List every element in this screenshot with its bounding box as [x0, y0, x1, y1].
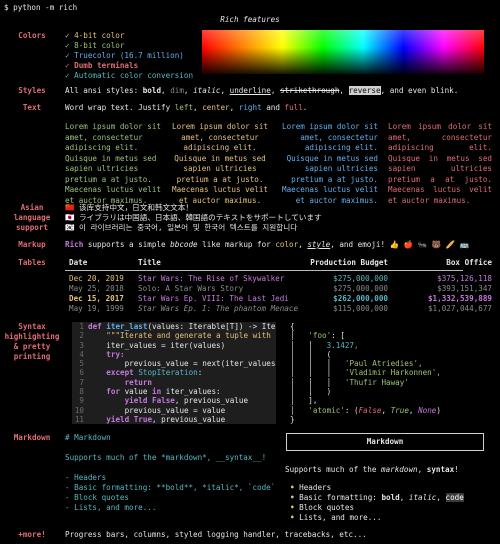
styles-prefix: All ansi styles: — [65, 86, 143, 95]
code-text: def iter_last(values: Iterable[T]) -> It… — [88, 322, 276, 424]
color-item-truecolor: ✓ Truecolor (16.7 million) — [65, 51, 184, 60]
shell-prompt: $ python -m rich — [4, 3, 78, 12]
markup-a: supports a simple — [83, 240, 171, 249]
lorem-center: Lorem ipsum dolor sit amet, consectetur … — [172, 122, 269, 205]
markup-rich: Rich — [65, 240, 84, 249]
table-header-budget: Production Budget — [310, 258, 388, 267]
table-row-0-budget: $275,000,000 — [333, 274, 388, 283]
justify-center: center — [202, 103, 230, 112]
label-markup: Markup — [18, 240, 46, 249]
label-more: +more! — [18, 530, 46, 539]
label-colors: Colors — [18, 31, 46, 40]
table-row-1-title: Solo: A Star Wars Story — [138, 284, 244, 293]
table-row-1-date: May 25, 2018 — [69, 284, 124, 293]
table-header-box: Box Office — [446, 258, 492, 267]
style-underline: underline — [229, 86, 271, 95]
markdown-heading-box: Markdown — [286, 433, 484, 451]
table-row-2-budget: $262,000,000 — [333, 294, 388, 303]
markdown-paragraph: Supports much of the markdown, syntax! — [285, 465, 459, 474]
table-row-2-title: Star Wars Ep. VIII: The Last Jedi — [138, 294, 289, 303]
markup-color: color — [275, 240, 299, 249]
emoji-row: 👍 🍎 🐜 🐻 🥖 🚌 — [389, 240, 470, 249]
asian-chinese: 🇨🇳 该库支持中文，日文和韩文文本！ — [65, 203, 193, 212]
table-row-1-box: $393,151,347 — [437, 284, 492, 293]
table-row-3-budget: $115,000,000 — [333, 304, 388, 313]
color-item-4bit: ✓ 4-bit color — [65, 31, 125, 40]
table-row-0-box: $375,126,118 — [437, 274, 492, 283]
lorem-right: Lorem ipsum dolor sit amet, consectetur … — [282, 122, 379, 205]
markup-line: Rich supports a simple bbcode like marku… — [65, 240, 469, 251]
more-features: Progress bars, columns, styled logging h… — [65, 530, 367, 539]
markdown-list: • Headers • Basic formatting: bold, ital… — [290, 483, 464, 522]
lorem-full: Lorem ipsum dolor sit amet, consectetur … — [388, 122, 492, 205]
label-tables: Tables — [18, 258, 46, 267]
terminal-window: $ python -m rich Rich features Colors ✓ … — [0, 0, 500, 544]
justify-full: full — [284, 103, 303, 112]
label-syntax: Syntax highlighting & pretty printing — [4, 322, 60, 361]
table-row-0-title: Star Wars: The Rise of Skywalker — [138, 274, 285, 283]
markup-style: style — [307, 240, 331, 249]
label-markdown: Markdown — [13, 433, 51, 442]
table-row-3-date: May 19, 1999 — [69, 304, 124, 313]
table-header-date: Date — [69, 258, 88, 267]
code-block: 1 2 3 4 5 6 7 8 9 10 11 def iter_last(values: Iter… — [72, 322, 276, 424]
styles-line: All ansi styles: bold, dim, italic, unde… — [65, 86, 459, 95]
label-text: Text — [22, 103, 42, 112]
style-reverse: reverse — [348, 86, 381, 95]
table-row-3-box: $1,027,044,677 — [427, 304, 492, 313]
table-row-0-date: Dec 20, 2019 — [69, 274, 124, 283]
justify-left: left — [174, 103, 194, 112]
markup-b: like markup for — [197, 240, 276, 249]
table-row-2-date: Dec 15, 2017 — [69, 294, 124, 303]
color-item-auto: ✓ Automatic color conversion — [65, 71, 194, 80]
markup-bbcode: bbcode — [170, 240, 198, 249]
table-row-1-budget: $275,000,000 — [333, 284, 388, 293]
lorem-left: Lorem ipsum dolor sit amet, consectetur … — [65, 122, 162, 205]
table-header-rule — [65, 270, 463, 271]
text-justify-line: Word wrap text. Justify left, center, ri… — [65, 103, 308, 112]
asian-japanese: 🇯🇵 ライブラリは中国語、日本語、韓国語のテキストをサポートしています — [65, 213, 322, 222]
color-item-8bit: ✓ 8-bit color — [65, 41, 125, 50]
styles-suffix: , and even blink. — [380, 86, 459, 95]
color-item-dumb: ✓ Dumb terminals — [65, 61, 139, 70]
markup-d: , and emoji! — [330, 240, 390, 249]
label-styles: Styles — [18, 86, 46, 95]
table-header-title: Title — [138, 258, 161, 267]
justify-right: right — [238, 103, 262, 112]
page-title: Rich features — [220, 15, 280, 24]
table-row-3-title: Star Wars Ep. I: The phantom Menace — [138, 304, 299, 313]
style-dim: dim — [170, 86, 184, 95]
pretty-print: { │ 'foo': [ │ │ 3.1427, │ │ ( │ │ │ 'Pa… — [290, 322, 441, 424]
label-asian: Asian language support — [13, 203, 51, 232]
markdown-source: # Markdown Supports much of the *markdow… — [65, 433, 276, 512]
style-strike: strikethrough — [279, 86, 340, 95]
markup-c: , — [298, 240, 308, 249]
justify-prefix: Word wrap text. Justify — [65, 103, 175, 112]
line-numbers: 1 2 3 4 5 6 7 8 9 10 11 — [74, 322, 84, 424]
color-spectrum-swatch — [202, 30, 484, 74]
style-bold: bold — [142, 86, 162, 95]
asian-korean: 🇰🇷 이 라이브러리는 중국어, 일본어 및 한국어 텍스트를 지원합니다 — [65, 223, 298, 232]
style-italic: italic — [193, 86, 221, 95]
table-row-2-box: $1,332,539,889 — [427, 294, 492, 303]
